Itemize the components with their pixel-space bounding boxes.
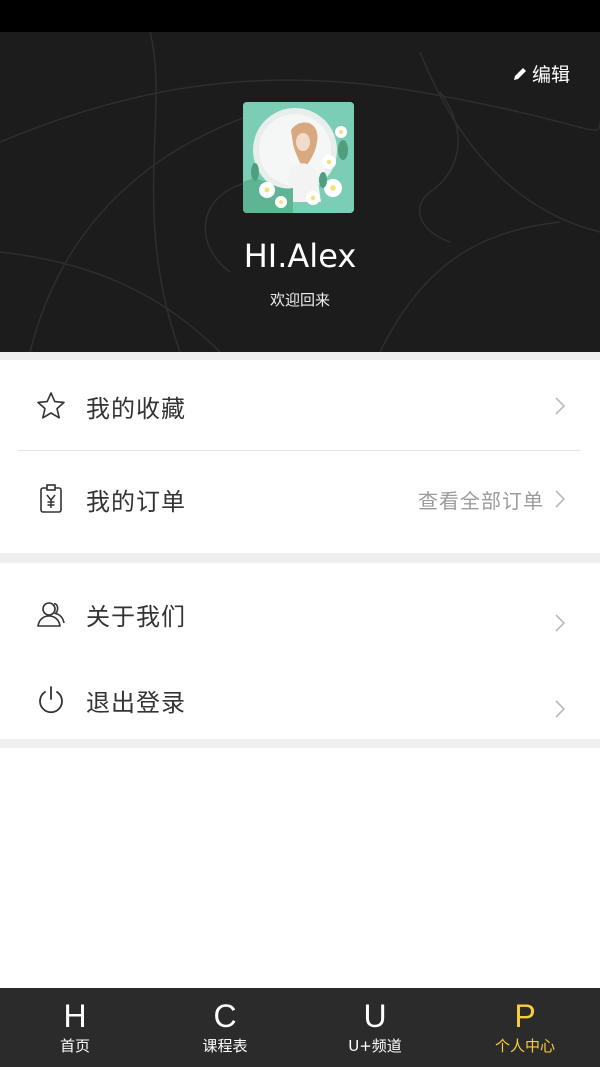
orders-label: 我的订单 — [86, 487, 186, 516]
tab-profile[interactable]: P 个人中心 — [450, 988, 600, 1067]
users-icon — [34, 597, 68, 631]
status-bar — [0, 0, 600, 32]
view-all-orders-link[interactable]: 查看全部订单 — [418, 485, 544, 514]
edit-label: 编辑 — [531, 64, 570, 86]
about-label: 关于我们 — [86, 602, 186, 631]
menu-item-logout[interactable]: 退出登录 — [0, 656, 600, 744]
receipt-yen-icon — [34, 482, 68, 516]
edit-button[interactable]: 编辑 — [512, 60, 570, 87]
power-icon — [34, 683, 68, 717]
tab-channel-letter-icon: U — [363, 998, 387, 1034]
section-separator — [0, 553, 600, 563]
tab-profile-label: 个人中心 — [494, 1037, 555, 1055]
avatar[interactable] — [243, 102, 354, 213]
chevron-right-icon — [555, 490, 566, 508]
divider — [18, 450, 580, 451]
welcome-text: 欢迎回来 — [269, 291, 330, 309]
menu-item-orders[interactable]: 我的订单 查看全部订单 — [0, 455, 600, 543]
chevron-right-icon — [555, 397, 566, 415]
tab-channel-label: U+频道 — [348, 1037, 402, 1055]
username: HI.Alex — [243, 237, 357, 275]
star-icon — [34, 389, 68, 423]
section-separator — [0, 352, 600, 360]
pencil-icon — [513, 67, 526, 80]
tab-home-label: 首页 — [59, 1037, 90, 1055]
tab-profile-letter-icon: P — [514, 998, 536, 1034]
tab-home-letter-icon: H — [63, 998, 87, 1034]
tab-schedule-letter-icon: C — [213, 998, 237, 1034]
tab-channel[interactable]: U U+频道 — [300, 988, 450, 1067]
tab-schedule-label: 课程表 — [202, 1037, 248, 1055]
tab-schedule[interactable]: C 课程表 — [150, 988, 300, 1067]
chevron-right-icon — [555, 614, 566, 632]
logout-label: 退出登录 — [86, 688, 186, 717]
menu-item-favorites[interactable]: 我的收藏 — [0, 362, 600, 450]
favorites-label: 我的收藏 — [86, 394, 186, 423]
profile-header: 编辑 HI.Alex 欢迎回来 — [0, 32, 600, 352]
bottom-tab-bar: H 首页 C 课程表 U U+频道 P 个人中心 — [0, 988, 600, 1067]
section-separator — [0, 739, 600, 748]
avatar-illustration — [243, 102, 354, 213]
menu-item-about[interactable]: 关于我们 — [0, 570, 600, 658]
chevron-right-icon — [555, 700, 566, 718]
tab-home[interactable]: H 首页 — [0, 988, 150, 1067]
